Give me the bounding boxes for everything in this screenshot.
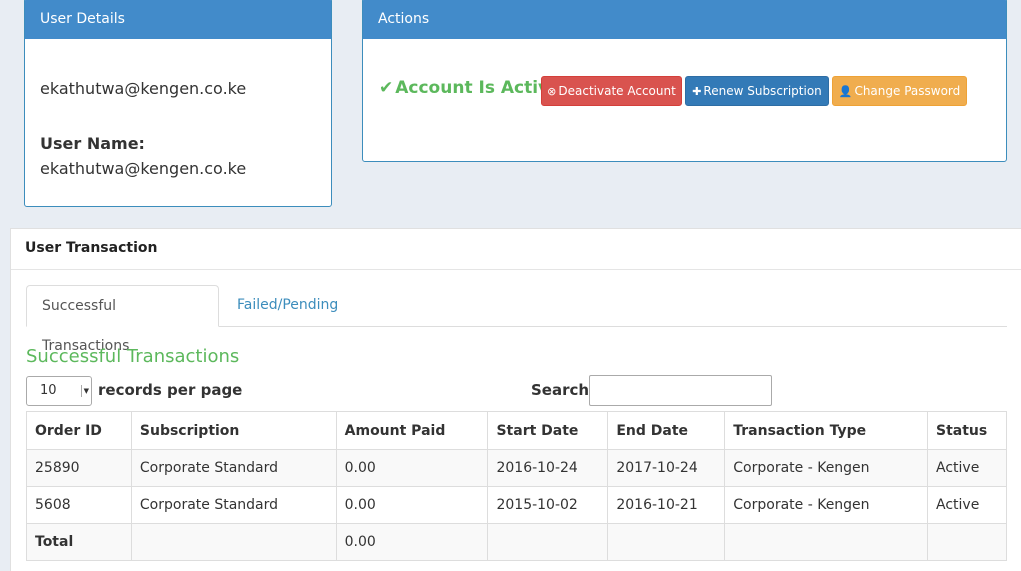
plus-icon: ✚	[692, 85, 702, 98]
footer-empty-cell	[130, 523, 337, 561]
records-per-page-select[interactable]: 10 ▼	[26, 376, 92, 406]
table-footer-row: Total 0.00	[26, 523, 1007, 561]
user-transaction-section: User Transaction Successful Transactions…	[10, 228, 1021, 571]
check-icon: ✔	[379, 78, 394, 98]
column-header-amount-paid[interactable]: Amount Paid	[335, 411, 489, 450]
cell-transaction-type: Corporate - Kengen	[724, 486, 929, 524]
transactions-table: Order ID Subscription Amount Paid Start …	[26, 411, 1007, 561]
username-label: User Name:	[40, 134, 145, 153]
user-details-heading: User Details	[25, 0, 331, 39]
cell-amount-paid: 0.00	[335, 486, 489, 524]
cell-transaction-type: Corporate - Kengen	[724, 449, 929, 487]
cell-start-date: 2015-10-02	[487, 486, 609, 524]
cell-order-id: 5608	[26, 486, 132, 524]
cell-status: Active	[927, 486, 1007, 524]
table-header-row: Order ID Subscription Amount Paid Start …	[26, 411, 1007, 450]
times-circle-icon: ⊗	[547, 85, 557, 98]
caret-down-icon: ▼	[81, 385, 89, 397]
records-per-page-value: 10	[40, 383, 57, 398]
cell-end-date: 2017-10-24	[607, 449, 726, 487]
deactivate-account-button[interactable]: ⊗ Deactivate Account	[541, 76, 682, 106]
user-transaction-title: User Transaction	[25, 240, 158, 256]
footer-empty-cell	[607, 523, 726, 561]
column-header-end-date[interactable]: End Date	[607, 411, 726, 450]
actions-panel: Actions ✔ Account Is Active ⊗ Deactivate A…	[362, 0, 1007, 162]
search-label: Search:	[531, 381, 596, 399]
user-email: ekathutwa@kengen.co.ke	[40, 79, 247, 98]
tab-failed-pending[interactable]: Failed/Pending	[222, 285, 353, 327]
table-row: 25890 Corporate Standard 0.00 2016-10-24…	[26, 449, 1007, 487]
cell-order-id: 25890	[26, 449, 132, 487]
table-row: 5608 Corporate Standard 0.00 2015-10-02 …	[26, 486, 1007, 524]
username-value: ekathutwa@kengen.co.ke	[40, 159, 247, 178]
actions-heading: Actions	[363, 0, 1006, 39]
deactivate-account-label: Deactivate Account	[558, 84, 676, 98]
account-status-text: Account Is Active	[395, 78, 561, 98]
footer-empty-cell	[927, 523, 1007, 561]
total-label: Total	[26, 523, 132, 561]
footer-empty-cell	[724, 523, 929, 561]
column-header-subscription[interactable]: Subscription	[130, 411, 337, 450]
column-header-start-date[interactable]: Start Date	[487, 411, 609, 450]
column-header-status[interactable]: Status	[927, 411, 1007, 450]
user-details-panel: User Details ekathutwa@kengen.co.ke User…	[24, 0, 332, 207]
records-per-page-label: records per page	[98, 381, 243, 399]
change-password-label: Change Password	[854, 84, 961, 98]
renew-subscription-label: Renew Subscription	[703, 84, 822, 98]
renew-subscription-button[interactable]: ✚ Renew Subscription	[685, 76, 829, 106]
tab-successful-transactions[interactable]: Successful Transactions	[26, 285, 219, 354]
cell-end-date: 2016-10-21	[607, 486, 726, 524]
cell-subscription: Corporate Standard	[130, 486, 337, 524]
footer-empty-cell	[487, 523, 609, 561]
cell-status: Active	[927, 449, 1007, 487]
cell-amount-paid: 0.00	[335, 449, 489, 487]
search-input[interactable]	[589, 375, 772, 406]
user-icon: 👤	[838, 85, 853, 98]
cell-subscription: Corporate Standard	[130, 449, 337, 487]
account-status: ✔ Account Is Active	[379, 78, 561, 98]
successful-transactions-title: Successful Transactions	[26, 346, 240, 367]
section-divider	[11, 269, 1021, 270]
column-header-order-id[interactable]: Order ID	[26, 411, 132, 450]
total-amount: 0.00	[335, 523, 489, 561]
cell-start-date: 2016-10-24	[487, 449, 609, 487]
column-header-transaction-type[interactable]: Transaction Type	[724, 411, 929, 450]
change-password-button[interactable]: 👤 Change Password	[832, 76, 967, 106]
